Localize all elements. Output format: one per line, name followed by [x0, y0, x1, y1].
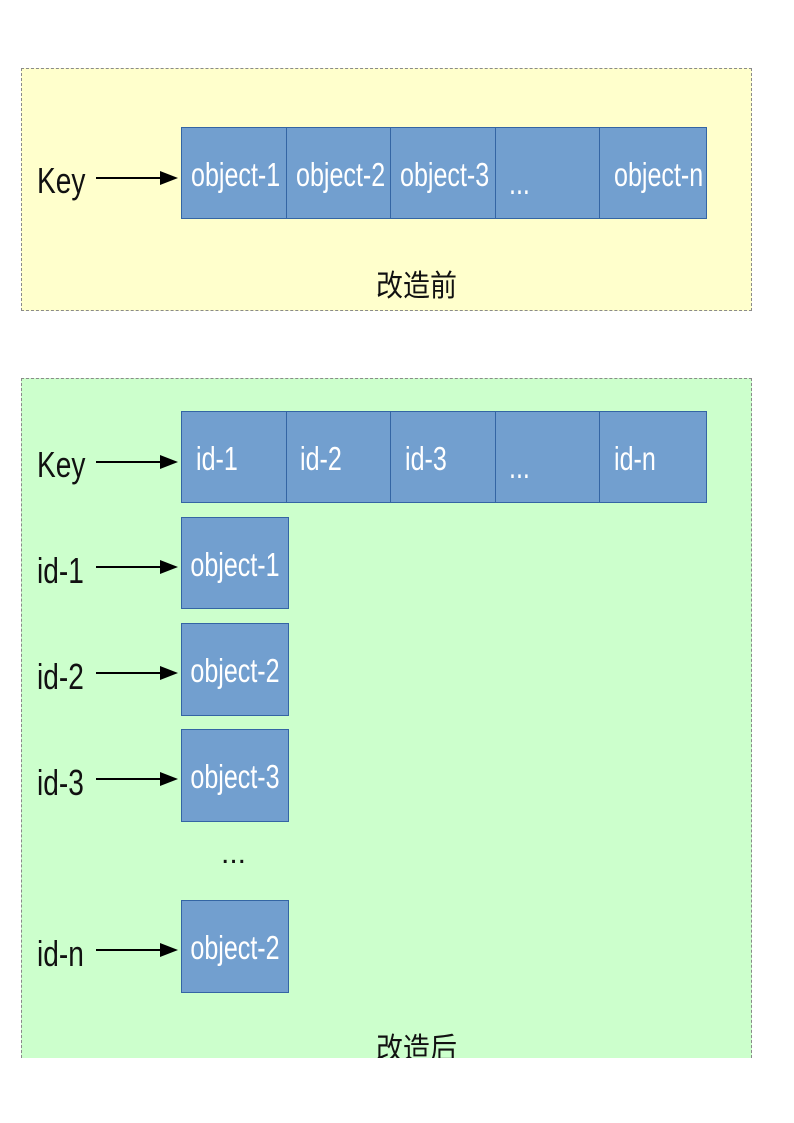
object-cell: object-1	[181, 517, 289, 609]
id-label: id-n	[37, 933, 84, 974]
after-panel: Key id-1 id-2 id-3 ... id-n id-1 object-…	[21, 378, 752, 1058]
arrow-icon	[96, 455, 178, 469]
array-cell: ...	[495, 127, 600, 219]
id-array-cell: id-3	[390, 411, 496, 503]
arrow-icon	[96, 666, 178, 680]
id-label: id-1	[37, 550, 84, 591]
arrow-icon	[96, 943, 178, 957]
id-label: id-2	[37, 656, 84, 697]
before-panel: Key object-1 object-2 object-3 ... objec…	[21, 68, 752, 311]
before-caption: 改造前	[376, 270, 457, 303]
array-cell: object-1	[181, 127, 287, 219]
key-label: Key	[37, 444, 86, 485]
arrow-icon	[96, 772, 178, 786]
after-caption: 改造后	[376, 1033, 457, 1059]
id-array-cell: id-1	[181, 411, 287, 503]
key-label: Key	[37, 160, 86, 201]
object-cell: object-2	[181, 623, 289, 716]
array-cell: object-3	[390, 127, 496, 219]
object-cell: object-2	[181, 900, 289, 993]
array-cell: object-2	[286, 127, 391, 219]
id-array-cell: id-n	[599, 411, 707, 503]
arrow-icon	[96, 171, 178, 185]
arrow-icon	[96, 560, 178, 574]
id-array-cell: id-2	[286, 411, 391, 503]
array-cell: object-n	[599, 127, 707, 219]
id-label: id-3	[37, 762, 84, 803]
id-array-cell: ...	[495, 411, 600, 503]
object-cell: object-3	[181, 729, 289, 822]
ellipsis: ...	[221, 837, 247, 870]
